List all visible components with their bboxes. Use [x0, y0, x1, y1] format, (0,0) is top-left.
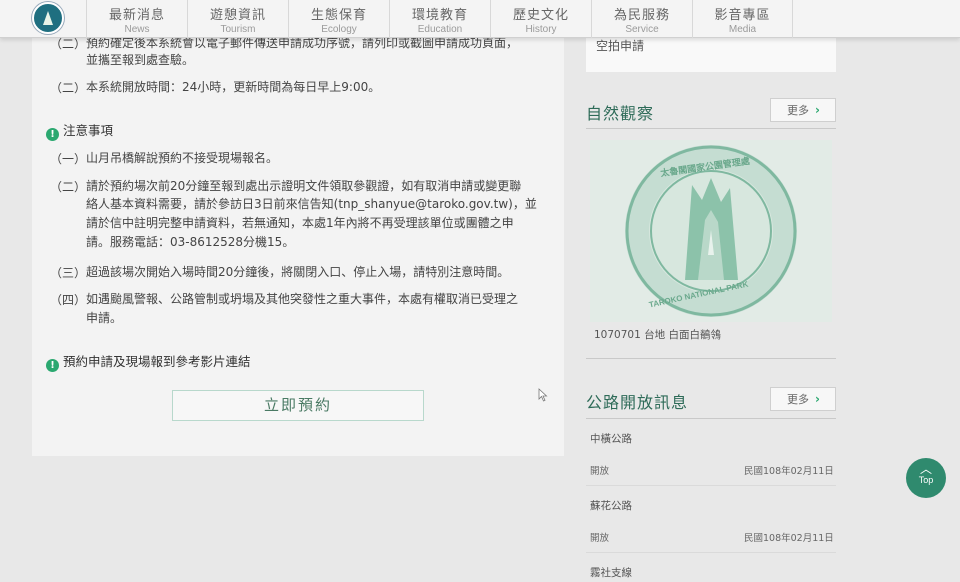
roads-section-title: 公路開放訊息: [586, 393, 689, 412]
back-to-top-button[interactable]: ︿ Top: [906, 458, 946, 498]
nav-item-sublabel: Ecology: [321, 24, 357, 35]
nav-item-tourism[interactable]: 遊憩資訊 Tourism: [187, 0, 288, 38]
nav-item-label: 最新消息: [108, 8, 165, 23]
list-item-text: 申請。: [86, 311, 123, 325]
nav-item-label: 環境教育: [411, 8, 468, 23]
divider: [586, 128, 836, 129]
more-button-label: 更多: [787, 393, 809, 406]
nav-item-label: 歷史文化: [512, 8, 569, 23]
list-number: （二）: [50, 81, 87, 95]
list-item-text: 山月吊橋解說預約不接受現場報名。: [86, 151, 279, 165]
top-nav: 最新消息 News 遊憩資訊 Tourism 生態保育 Ecology 環境教育…: [0, 0, 960, 38]
list-number: （一）: [50, 152, 87, 166]
video-link[interactable]: ! 預約申請及現場報到參考影片連結: [46, 351, 251, 372]
nature-more-button[interactable]: 更多 ›: [770, 98, 836, 122]
site-logo[interactable]: [32, 2, 64, 34]
nav-item-media[interactable]: 影音專區 Media: [692, 0, 793, 38]
reserve-now-button[interactable]: 立即預約: [172, 390, 424, 421]
mouse-cursor-icon: [538, 388, 548, 402]
notice-heading-text: 注意事項: [63, 123, 114, 138]
main-content-card: （二） 預約確定後本系統會以電子郵件傳送申請成功序號，請列印或截圖申請成功頁面，…: [32, 36, 564, 456]
video-link-text: 預約申請及現場報到參考影片連結: [63, 354, 251, 369]
info-icon: !: [46, 128, 59, 141]
nav-item-sublabel: History: [525, 24, 557, 35]
road-status: 開放: [590, 533, 610, 544]
list-item-text: 並攜至報到處查驗。: [86, 53, 195, 67]
back-to-top-label: Top: [918, 475, 934, 485]
nav-item-news[interactable]: 最新消息 News: [86, 0, 187, 38]
nav-item-ecology[interactable]: 生態保育 Ecology: [288, 0, 389, 38]
notice-heading: ! 注意事項: [46, 120, 113, 141]
list-number: （三）: [50, 266, 87, 280]
list-number: （二）: [50, 180, 87, 194]
nav-item-label: 生態保育: [310, 8, 367, 23]
list-number: （四）: [50, 293, 87, 307]
nature-photo[interactable]: 太魯閣國家公園管理處 TAROKO NATIONAL PARK: [590, 140, 832, 322]
nav-item-sublabel: Service: [625, 24, 659, 35]
list-item-text: 請。服務電話：03-8612528分機15。: [86, 235, 295, 249]
aerial-application-link[interactable]: 空拍申請: [596, 37, 644, 54]
divider: [586, 418, 836, 419]
nav-item-label: 為民服務: [613, 8, 670, 23]
road-name[interactable]: 中橫公路: [590, 431, 632, 446]
nav-item-label: 影音專區: [714, 8, 771, 23]
road-status: 開放: [590, 466, 610, 477]
nav-item-service[interactable]: 為民服務 Service: [591, 0, 692, 38]
list-item-text: 絡人基本資料需要，請於參訪日3日前來信告知(tnp_shanyue@taroko…: [86, 197, 537, 211]
list-item-text: 請於預約場次前20分鐘至報到處出示證明文件領取參觀證，如有取消申請或變更聯: [86, 179, 522, 193]
road-date: 民國108年02月11日: [744, 533, 834, 544]
chevron-right-icon: ›: [815, 103, 820, 117]
list-item-text: 超過該場次開始入場時間20分鐘後，將關閉入口、停止入場，請特別注意時間。: [86, 265, 510, 279]
nav-item-label: 遊憩資訊: [209, 8, 266, 23]
list-item-text: 如遇颱風警報、公路管制或坍塌及其他突發性之重大事件，本處有權取消已受理之: [86, 292, 519, 306]
nav-item-history[interactable]: 歷史文化 History: [490, 0, 591, 38]
roads-more-button[interactable]: 更多 ›: [770, 387, 836, 411]
road-date: 民國108年02月11日: [744, 466, 834, 477]
nav-item-sublabel: News: [124, 24, 150, 35]
nav-item-education[interactable]: 環境教育 Education: [389, 0, 490, 38]
divider: [586, 485, 836, 486]
list-item-text: 請於信中註明完整申請資料，若無通知，本處1年內將不再受理該單位或團體之申: [86, 216, 514, 230]
more-button-label: 更多: [787, 104, 809, 117]
nature-section-title: 自然觀察: [586, 104, 655, 123]
chevron-up-icon: ︿: [919, 462, 932, 476]
nav-item-sublabel: Media: [728, 24, 757, 35]
photo-caption: 1070701 台地 白面白鶺鴒: [594, 329, 721, 341]
info-icon: !: [46, 359, 59, 372]
chevron-right-icon: ›: [815, 392, 820, 406]
divider: [586, 552, 836, 553]
list-item-text: 本系統開放時間：24小時，更新時間為每日早上9:00。: [86, 80, 381, 94]
nav-item-sublabel: Tourism: [220, 24, 256, 35]
nav-item-sublabel: Education: [417, 24, 463, 35]
road-name[interactable]: 霧社支線: [590, 565, 632, 580]
road-name[interactable]: 蘇花公路: [590, 498, 632, 513]
divider: [586, 358, 836, 359]
